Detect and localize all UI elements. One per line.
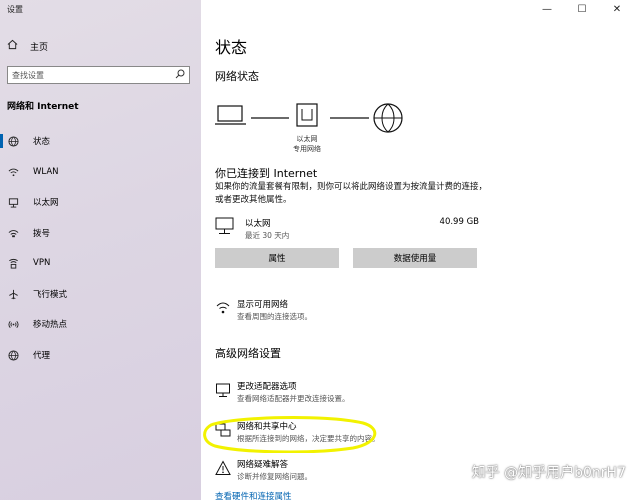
adapter-label: 以太网 bbox=[296, 135, 318, 143]
sidebar-item-ethernet[interactable]: 以太网 bbox=[0, 191, 201, 213]
sidebar-item-label: VPN bbox=[33, 258, 51, 268]
sidebar-item-proxy[interactable]: 代理 bbox=[0, 344, 201, 366]
vpn-icon bbox=[7, 257, 19, 269]
troubleshooter-title: 网络疑难解答 bbox=[237, 460, 289, 470]
sidebar-item-status[interactable]: 状态 bbox=[0, 130, 201, 152]
search-input[interactable] bbox=[12, 70, 162, 80]
sidebar-item-label: 代理 bbox=[33, 351, 51, 361]
sidebar-item-label: 以太网 bbox=[33, 198, 59, 208]
sidebar-item-dialup[interactable]: 拨号 bbox=[0, 222, 201, 244]
sidebar-item-hotspot[interactable]: 移动热点 bbox=[0, 313, 201, 335]
advanced-settings-heading: 高级网络设置 bbox=[215, 347, 281, 360]
home-icon bbox=[7, 39, 18, 53]
computer-icon bbox=[215, 105, 246, 125]
network-status-heading: 网络状态 bbox=[215, 70, 259, 83]
sidebar-item-airplane[interactable]: 飞行模式 bbox=[0, 283, 201, 305]
ethernet-usage: 40.99 GB bbox=[439, 217, 479, 227]
ethernet-icon bbox=[215, 217, 235, 238]
hotspot-icon bbox=[7, 318, 19, 330]
wifi-icon bbox=[7, 166, 19, 178]
data-usage-button[interactable]: 数据使用量 bbox=[353, 248, 477, 268]
watermark-text: 知乎 @知乎用户b0nrH7 bbox=[471, 465, 626, 481]
sidebar-item-label: 飞行模式 bbox=[33, 290, 68, 300]
internet-globe-icon bbox=[373, 103, 403, 133]
warning-icon bbox=[215, 460, 231, 476]
globe-icon bbox=[7, 349, 19, 361]
show-networks-link[interactable]: 显示可用网络 查看周围的连接选项。 bbox=[215, 298, 515, 326]
adapter-icon bbox=[215, 382, 231, 398]
highlight-annotation bbox=[203, 416, 377, 453]
dialup-icon bbox=[7, 227, 19, 239]
wifi-network-icon bbox=[215, 300, 231, 316]
troubleshooter-link[interactable]: 网络疑难解答 诊断并修复网络问题。 bbox=[215, 458, 515, 486]
sidebar-item-vpn[interactable]: VPN bbox=[0, 252, 201, 274]
home-label: 主页 bbox=[30, 42, 49, 53]
adapter-options-desc: 查看网络适配器并更改连接设置。 bbox=[237, 394, 350, 403]
status-icon bbox=[7, 135, 19, 147]
show-networks-desc: 查看周围的连接选项。 bbox=[237, 312, 312, 321]
ethernet-usage-row: 以太网 最近 30 天内 40.99 GB bbox=[215, 214, 479, 242]
search-box[interactable] bbox=[7, 66, 190, 84]
adapter-options-link[interactable]: 更改适配器选项 查看网络适配器并更改连接设置。 bbox=[215, 380, 515, 408]
network-diagram: 以太网 专用网络 bbox=[215, 100, 415, 160]
ethernet-adapter-icon bbox=[296, 103, 318, 127]
ethernet-period: 最近 30 天内 bbox=[245, 231, 290, 240]
sidebar-section-title: 网络和 Internet bbox=[7, 102, 79, 112]
page-title: 状态 bbox=[215, 38, 248, 57]
ethernet-icon bbox=[7, 196, 19, 208]
sidebar-item-label: 拨号 bbox=[33, 229, 51, 239]
sidebar: 设置 主页 网络和 Internet 状态 WLAN 以太网 拨号 bbox=[0, 0, 201, 500]
window-title: 设置 bbox=[7, 5, 23, 14]
adapter-options-title: 更改适配器选项 bbox=[237, 382, 297, 392]
sidebar-item-wlan[interactable]: WLAN bbox=[0, 161, 201, 183]
properties-button[interactable]: 属性 bbox=[215, 248, 339, 268]
sidebar-item-label: 移动热点 bbox=[33, 320, 68, 330]
sidebar-home[interactable]: 主页 bbox=[7, 38, 48, 54]
connection-status-title: 你已连接到 Internet bbox=[215, 167, 318, 180]
search-icon[interactable] bbox=[175, 69, 185, 82]
troubleshooter-desc: 诊断并修复网络问题。 bbox=[237, 472, 312, 481]
sidebar-item-label: 状态 bbox=[33, 137, 51, 147]
airplane-icon bbox=[7, 288, 19, 300]
network-type-label: 专用网络 bbox=[293, 145, 321, 153]
show-networks-title: 显示可用网络 bbox=[237, 300, 289, 310]
ethernet-name: 以太网 bbox=[245, 219, 271, 229]
sidebar-item-label: WLAN bbox=[33, 167, 59, 177]
connection-status-desc: 如果你的流量套餐有限制，则你可以将此网络设置为按流量计费的连接，或者更改其他属性… bbox=[215, 182, 488, 205]
hardware-properties-link[interactable]: 查看硬件和连接属性 bbox=[215, 490, 292, 500]
